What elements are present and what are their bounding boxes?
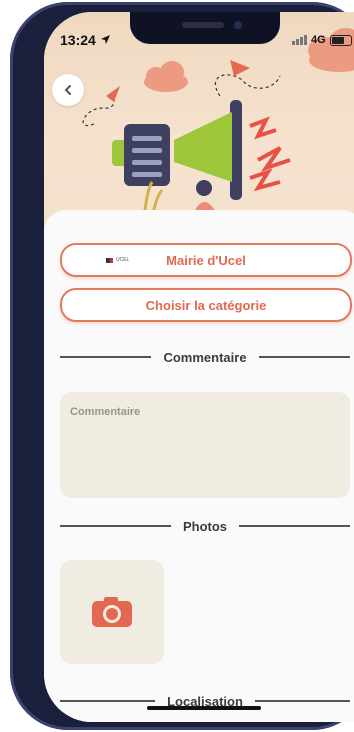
phone-frame: 13:24 4G UCEL Mairie d'Ucel Choisir la c…	[10, 2, 354, 730]
institution-logo: UCEL	[106, 257, 129, 263]
institution-logo-text: UCEL	[116, 257, 130, 263]
status-time-text: 13:24	[60, 32, 96, 48]
comment-section-title: Commentaire	[163, 349, 247, 365]
notch-speaker	[182, 22, 224, 28]
status-time: 13:24	[60, 32, 111, 48]
camera-icon	[92, 597, 132, 627]
screen: 13:24 4G UCEL Mairie d'Ucel Choisir la c…	[44, 12, 354, 722]
home-indicator	[147, 706, 261, 710]
comment-placeholder: Commentaire	[70, 406, 141, 418]
back-arrow-icon	[64, 85, 71, 95]
device-notch	[130, 12, 280, 44]
category-label: Choisir la catégorie	[145, 297, 267, 313]
battery-icon	[329, 34, 352, 46]
back-button[interactable]	[52, 74, 84, 106]
comment-textarea[interactable]: Commentaire	[60, 392, 350, 498]
photos-section-title: Photos	[182, 518, 228, 534]
notch-camera	[234, 21, 242, 29]
institution-button[interactable]: UCEL Mairie d'Ucel	[60, 243, 352, 277]
form-sheet: UCEL Mairie d'Ucel Choisir la catégorie …	[44, 210, 354, 722]
location-arrow-icon	[100, 35, 110, 44]
add-photo-button[interactable]	[60, 560, 164, 664]
comment-section-divider: Commentaire	[60, 349, 351, 365]
category-button[interactable]: Choisir la catégorie	[60, 288, 352, 322]
institution-label: Mairie d'Ucel	[166, 252, 246, 268]
status-indicators: 4G	[292, 34, 352, 46]
photos-section-divider: Photos	[60, 518, 350, 534]
signal-icon	[292, 35, 307, 45]
network-label: 4G	[311, 34, 326, 46]
